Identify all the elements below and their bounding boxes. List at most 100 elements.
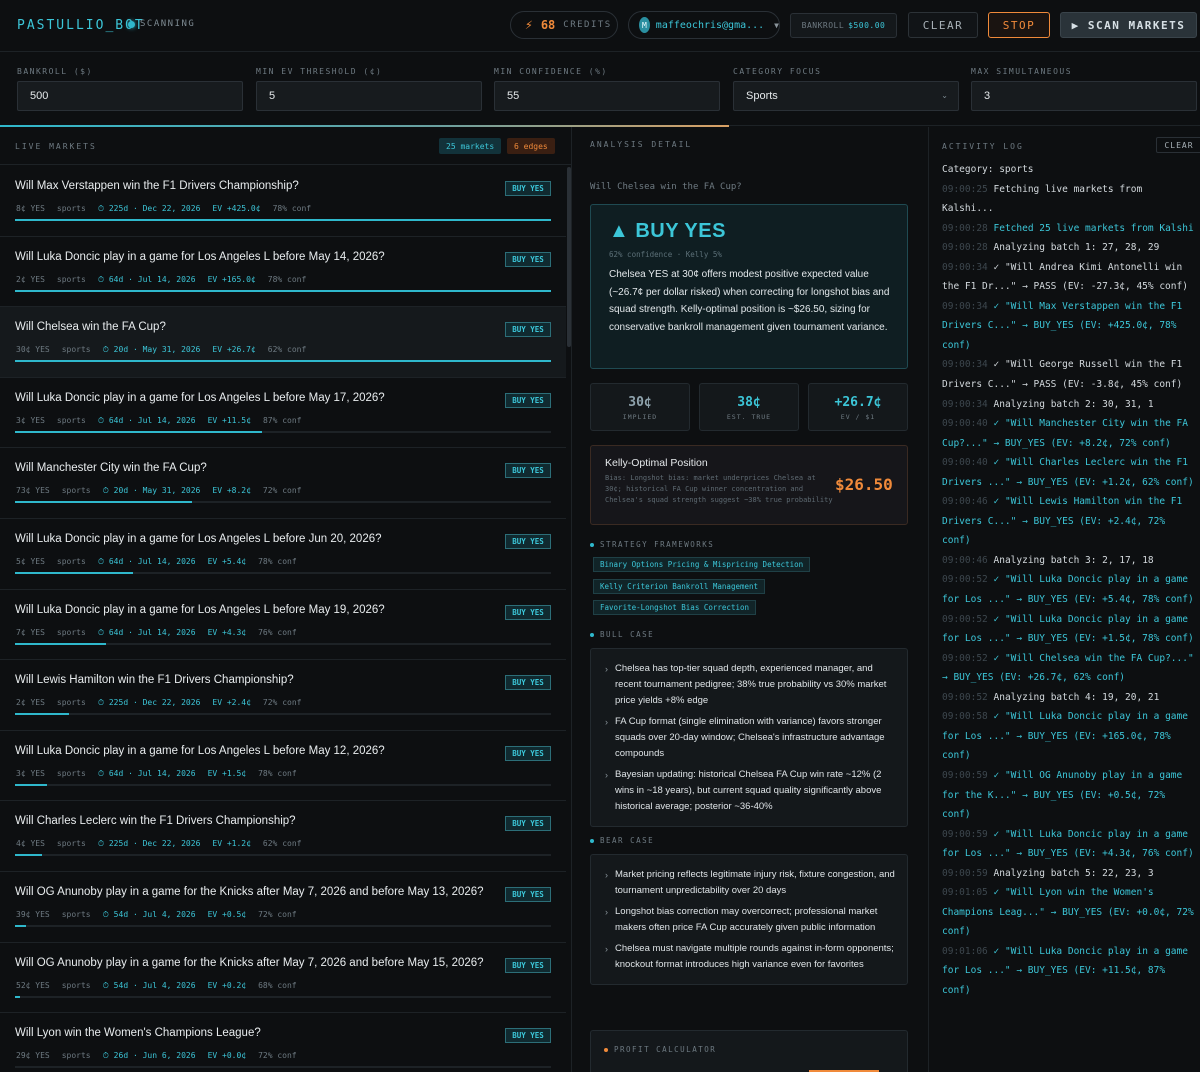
market-list-scrollbar[interactable] [567, 167, 571, 347]
market-confidence: 72% conf [262, 698, 302, 708]
log-message: Analyzing batch 5: 22, 23, 3 [993, 867, 1154, 879]
market-meta: 4¢ YES sports ⏱ 225d · Dec 22, 2026 EV +1.2… [16, 839, 301, 849]
market-ev: EV +11.5¢ [207, 415, 251, 425]
market-expiry: ⏱ 64d · Jul 14, 2026 [97, 415, 196, 425]
market-row[interactable]: Will Charles Leclerc win the F1 Drivers … [0, 801, 566, 872]
bear-case-item: › Market pricing reflects legitimate inju… [605, 867, 895, 899]
user-menu[interactable]: M maffeochris@gma... ▼ [628, 11, 780, 39]
buy-yes-button[interactable]: BUY YES [505, 675, 551, 691]
buy-yes-button[interactable]: BUY YES [505, 181, 551, 196]
market-confidence: 78% conf [258, 556, 297, 566]
live-markets-header: LIVE MARKETS 25 markets 6 edges [0, 127, 571, 165]
market-expiry: ⏱ 64d · Jul 14, 2026 [97, 768, 196, 778]
stop-button[interactable]: STOP [988, 12, 1050, 38]
market-row[interactable]: Will Chelsea win the FA Cup? 30¢ YES sport… [0, 307, 566, 378]
buy-yes-button[interactable]: BUY YES [505, 322, 551, 338]
log-line: 09:00:34 Analyzing batch 2: 30, 31, 1 [942, 395, 1194, 415]
market-row[interactable]: Will OG Anunoby play in a game for the K… [0, 943, 566, 1014]
market-ev: EV +165.0¢ [207, 274, 256, 284]
analysis-panel: ANALYSIS DETAIL Will Chelsea win the FA … [573, 127, 929, 1072]
market-row[interactable]: Will Lyon win the Women's Champions Leag… [0, 1013, 566, 1072]
credits-badge[interactable]: ⚡ 68 CREDITS [510, 11, 618, 39]
market-question: Will Lyon win the Women's Champions Leag… [15, 1027, 261, 1040]
market-category: sports [61, 345, 91, 355]
ev-bar-fill [15, 854, 42, 857]
log-message: Fetched 25 live markets from Kalshi [993, 222, 1194, 234]
profit-calculator-title: PROFIT CALCULATOR [614, 1045, 717, 1054]
log-timestamp: 09:00:46 [942, 554, 988, 566]
kelly-description: Bias: Longshot bias: market underprices … [605, 474, 833, 504]
market-question: Will OG Anunoby play in a game for the K… [15, 885, 484, 898]
ev-bar-fill [15, 430, 262, 433]
buy-yes-button[interactable]: BUY YES [505, 745, 551, 761]
buy-yes-button[interactable]: BUY YES [505, 816, 551, 832]
log-timestamp: 09:00:59 [942, 867, 988, 879]
log-line: 09:00:28 Fetched 25 live markets from Ka… [942, 219, 1194, 239]
live-markets-title: LIVE MARKETS [15, 142, 97, 151]
market-row[interactable]: Will Manchester City win the FA Cup? 73¢ … [0, 448, 566, 519]
log-timestamp: 09:01:06 [942, 945, 988, 957]
bankroll-field-label: BANKROLL ($) [17, 67, 93, 76]
buy-yes-button[interactable]: BUY YES [505, 886, 551, 902]
market-price: 2¢ YES [16, 274, 45, 284]
framework-tag: Favorite-Longshot Bias Correction [593, 600, 757, 615]
market-ev: EV +4.3¢ [207, 627, 247, 637]
recommendation-subtitle: 62% confidence · Kelly 5% [609, 250, 722, 259]
market-ev: EV +2.4¢ [212, 698, 251, 708]
clear-button[interactable]: CLEAR [908, 12, 978, 38]
market-category: sports [61, 1051, 91, 1061]
bullet-dot-icon [590, 542, 594, 547]
chevron-right-icon: › [605, 907, 608, 917]
buy-yes-button[interactable]: BUY YES [505, 251, 551, 267]
ev-bar [15, 924, 551, 927]
market-question: Will Luka Doncic play in a game for Los … [15, 603, 385, 616]
scan-markets-button[interactable]: ▶ SCAN MARKETS [1060, 12, 1197, 38]
market-row[interactable]: Will Luka Doncic play in a game for Los … [0, 378, 566, 449]
category-select[interactable]: Sports ⌄ [733, 81, 959, 111]
buy-yes-button[interactable]: BUY YES [505, 1028, 551, 1044]
log-timestamp: 09:00:52 [942, 574, 988, 586]
log-line: 09:00:58 ✓ "Will Luka Doncic play in a g… [942, 707, 1194, 766]
market-row[interactable]: Will Luka Doncic play in a game for Los … [0, 237, 566, 308]
market-row[interactable]: Will Luka Doncic play in a game for Los … [0, 590, 566, 661]
market-row[interactable]: Will Luka Doncic play in a game for Los … [0, 519, 566, 590]
bankroll-input[interactable]: 500 [17, 81, 243, 111]
stat-card: +26.7¢ EV / $1 [808, 383, 908, 431]
max-simultaneous-input[interactable]: 3 [971, 81, 1197, 111]
scan-status: SCANNING [128, 19, 195, 29]
bear-case-heading: BEAR CASE [590, 836, 654, 845]
buy-yes-button[interactable]: BUY YES [505, 533, 551, 549]
app-title: PASTULLIO_BOT [17, 18, 145, 33]
market-row[interactable]: Will Lewis Hamilton win the F1 Drivers C… [0, 660, 566, 731]
ev-bar [15, 501, 551, 504]
buy-yes-button[interactable]: BUY YES [505, 957, 551, 973]
market-question: Will Lewis Hamilton win the F1 Drivers C… [15, 674, 294, 687]
chevron-down-icon: ⌄ [941, 91, 948, 100]
market-price: 5¢ YES [16, 556, 45, 566]
log-line: 09:00:40 ✓ "Will Charles Leclerc win the… [942, 453, 1194, 492]
market-row[interactable]: Will Max Verstappen win the F1 Drivers C… [0, 166, 566, 237]
buy-yes-button[interactable]: BUY YES [505, 463, 551, 479]
clear-log-button[interactable]: CLEAR [1156, 137, 1200, 153]
min-ev-input[interactable]: 5 [256, 81, 482, 111]
min-confidence-field-label: MIN CONFIDENCE (%) [494, 67, 608, 76]
activity-log-list: Category: sports 09:00:25 Fetching live m… [942, 160, 1194, 1001]
case-item-text: Bayesian updating: historical Chelsea FA… [615, 769, 882, 812]
market-price: 29¢ YES [16, 1051, 50, 1061]
market-price: 3¢ YES [16, 768, 45, 778]
ev-bar-fill [15, 783, 48, 786]
recommendation-text: Chelsea YES at 30¢ offers modest positiv… [609, 269, 890, 333]
market-row[interactable]: Will OG Anunoby play in a game for the K… [0, 872, 566, 943]
market-confidence: 78% conf [267, 274, 307, 284]
bear-case-title: BEAR CASE [600, 836, 655, 845]
market-price: 4¢ YES [16, 839, 45, 849]
market-row[interactable]: Will Luka Doncic play in a game for Los … [0, 731, 566, 802]
market-ev: EV +0.0¢ [207, 1051, 247, 1061]
market-expiry: ⏱ 20d · May 31, 2026 [102, 345, 201, 355]
framework-tag: Kelly Criterion Bankroll Management [593, 579, 766, 594]
min-confidence-input[interactable]: 55 [494, 81, 720, 111]
market-ev: EV +425.0¢ [212, 204, 261, 213]
buy-yes-button[interactable]: BUY YES [505, 392, 551, 408]
buy-yes-button[interactable]: BUY YES [505, 604, 551, 620]
ev-bar [15, 995, 551, 998]
